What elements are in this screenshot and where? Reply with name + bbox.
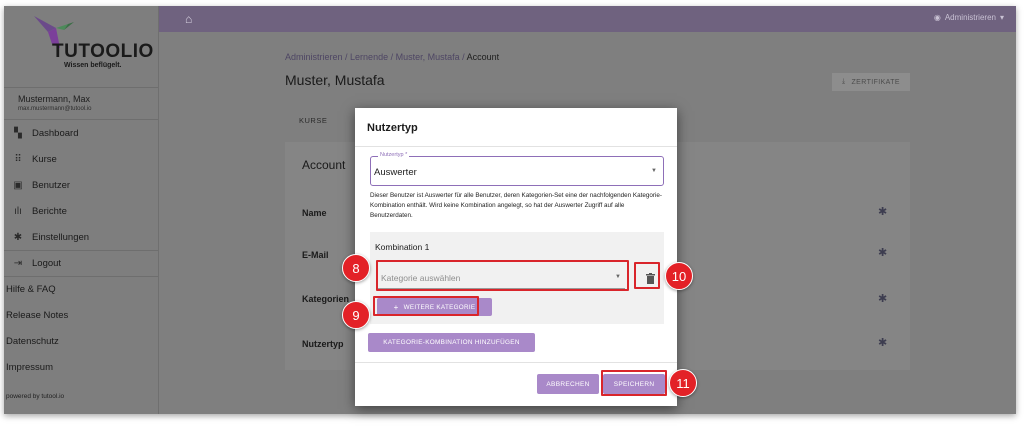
- highlight-add-category: [373, 296, 479, 316]
- certificates-label: ZERTIFIKATE: [851, 78, 900, 86]
- breadcrumb-item[interactable]: Lernende: [350, 52, 388, 62]
- user-email: max.mustermann@tutool.io: [18, 106, 92, 112]
- row-label-categories: Kategorien: [302, 294, 350, 304]
- sidebar-item-berichte[interactable]: ılı Berichte: [4, 198, 158, 224]
- step-marker-9: 9: [342, 301, 370, 329]
- page-title: Muster, Mustafa: [285, 72, 385, 88]
- logout-icon: ⇥: [13, 258, 23, 269]
- user-info: Mustermann, Max max.mustermann@tutool.io: [4, 88, 158, 120]
- gear-icon[interactable]: ✱: [878, 292, 887, 305]
- cancel-button[interactable]: ABBRECHEN: [537, 374, 599, 394]
- home-icon[interactable]: ⌂: [185, 12, 192, 26]
- sidebar-item-dashboard[interactable]: ▚ Dashboard: [4, 120, 158, 146]
- admin-label: Administrieren: [944, 13, 996, 22]
- gear-icon: ✱: [13, 231, 23, 243]
- dashboard-icon: ▚: [14, 127, 22, 139]
- chevron-down-icon: ▾: [999, 13, 1004, 22]
- sidebar-item-logout[interactable]: ⇥ Logout: [4, 250, 158, 276]
- powered-by[interactable]: powered by tutool.io: [6, 393, 64, 400]
- link-help-faq[interactable]: Hilfe & FAQ: [4, 276, 158, 302]
- sidebar-item-label: Benutzer: [32, 179, 71, 191]
- link-imprint[interactable]: Impressum: [4, 354, 158, 380]
- eye-icon: ◉: [933, 13, 941, 22]
- add-combination-button[interactable]: KATEGORIE-KOMBINATION HINZUFÜGEN: [368, 333, 535, 352]
- account-title: Account: [302, 158, 346, 172]
- usertype-select-label: Nutzertyp *: [378, 152, 410, 158]
- gear-icon[interactable]: ✱: [878, 246, 887, 259]
- sidebar-item-label: Einstellungen: [32, 231, 90, 243]
- row-label-name: Name: [302, 208, 327, 218]
- sidebar-item-einstellungen[interactable]: ✱ Einstellungen: [4, 224, 158, 250]
- brand-name: TUTOOLIO: [52, 41, 154, 62]
- sidebar-item-label: Kurse: [32, 153, 57, 165]
- usertype-select[interactable]: Nutzertyp * Auswerter ▼: [370, 152, 664, 186]
- step-marker-8: 8: [342, 254, 370, 282]
- sidebar-item-benutzer[interactable]: ▣ Benutzer: [4, 172, 158, 198]
- bar-chart-icon: ılı: [14, 205, 22, 217]
- sidebar-item-kurse[interactable]: ⠿ Kurse: [4, 146, 158, 172]
- highlight-category-select: [376, 260, 629, 291]
- breadcrumb-item[interactable]: Administrieren: [285, 52, 343, 62]
- link-release-notes[interactable]: Release Notes: [4, 302, 158, 328]
- dropdown-arrow-icon: ▼: [651, 168, 657, 174]
- breadcrumb: Administrieren / Lernende / Muster, Must…: [285, 52, 500, 62]
- gear-icon[interactable]: ✱: [878, 336, 887, 349]
- sidebar: TUTOOLIO Wissen beflügelt. Mustermann, M…: [4, 6, 159, 414]
- brand-tagline: Wissen beflügelt.: [64, 62, 122, 69]
- step-marker-11: 11: [669, 369, 697, 397]
- link-privacy[interactable]: Datenschutz: [4, 328, 158, 354]
- gear-icon[interactable]: ✱: [878, 205, 887, 218]
- row-label-email: E-Mail: [302, 250, 329, 260]
- dialog-divider: [355, 362, 677, 363]
- usertype-dialog: Nutzertyp Nutzertyp * Auswerter ▼ Dieser…: [355, 108, 677, 406]
- dialog-divider: [355, 146, 677, 147]
- step-marker-10: 10: [665, 262, 693, 290]
- top-bar: ⌂ ◉ Administrieren ▾: [159, 6, 1016, 32]
- highlight-delete-button: [634, 262, 660, 289]
- download-icon: ⤓: [842, 78, 846, 85]
- brand-logo[interactable]: TUTOOLIO Wissen beflügelt.: [4, 6, 158, 88]
- tab-kurse[interactable]: KURSE: [299, 116, 327, 125]
- combination-title: Kombination 1: [375, 242, 430, 252]
- admin-menu[interactable]: ◉ Administrieren ▾: [934, 13, 1004, 22]
- certificates-button[interactable]: ⤓ ZERTIFIKATE: [832, 73, 910, 91]
- highlight-save-button: [601, 370, 667, 396]
- user-name: Mustermann, Max: [18, 94, 91, 104]
- usertype-hint: Dieser Benutzer ist Auswerter für alle B…: [370, 192, 662, 219]
- usertype-select-value: Auswerter: [374, 167, 417, 178]
- breadcrumb-item[interactable]: Muster, Mustafa: [396, 52, 460, 62]
- sidebar-item-label: Berichte: [32, 205, 67, 217]
- breadcrumb-current: Account: [466, 52, 500, 62]
- dialog-title: Nutzertyp: [367, 122, 418, 134]
- user-icon: ▣: [13, 179, 23, 191]
- row-label-usertype: Nutzertyp: [302, 339, 344, 349]
- grid-icon: ⠿: [14, 153, 22, 165]
- sidebar-item-label: Logout: [32, 258, 62, 269]
- sidebar-item-label: Dashboard: [32, 127, 79, 139]
